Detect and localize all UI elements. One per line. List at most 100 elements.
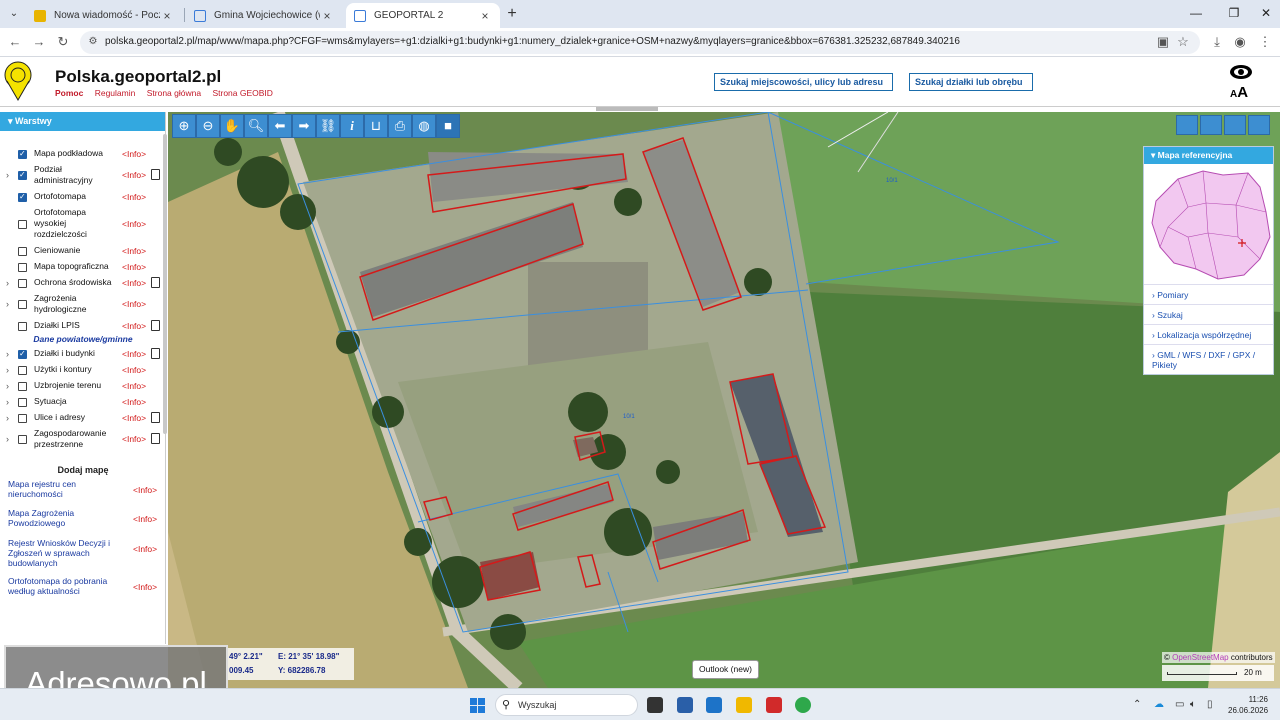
- layer-info-link[interactable]: <Info>: [122, 219, 146, 229]
- layer-checkbox[interactable]: [18, 170, 27, 180]
- link-icon[interactable]: ⛓: [316, 114, 340, 138]
- onedrive-icon[interactable]: ☁: [1154, 699, 1164, 710]
- layer-row[interactable]: › Sytuacja <Info>: [0, 396, 164, 407]
- layer-info-link[interactable]: <Info>: [122, 349, 146, 359]
- layer-checkbox[interactable]: [18, 382, 27, 391]
- layer-checkbox[interactable]: [18, 149, 27, 159]
- add-map-info-link[interactable]: <Info>: [133, 485, 157, 495]
- legend-doc-icon[interactable]: [151, 348, 160, 359]
- mail-app-icon[interactable]: [766, 697, 782, 713]
- add-map-link[interactable]: Rejestr Wniosków Decyzji i Zgłoszeń w sp…: [8, 538, 120, 568]
- expand-chevron-icon[interactable]: ›: [6, 434, 9, 444]
- install-app-icon[interactable]: ▣: [1154, 33, 1172, 51]
- forward-icon[interactable]: →: [30, 33, 48, 51]
- new-tab-plus-icon[interactable]: +: [504, 5, 520, 23]
- layers-header[interactable]: ▾ Warstwy: [0, 112, 165, 131]
- layer-row[interactable]: Ortofotomapa <Info>: [0, 191, 164, 202]
- layer-info-link[interactable]: <Info>: [122, 278, 146, 288]
- taskbar-clock[interactable]: 11:26 26.06.2026: [1228, 694, 1268, 716]
- help-link[interactable]: Pomoc: [55, 88, 83, 98]
- bookmark-star-icon[interactable]: ☆: [1174, 33, 1192, 51]
- layer-row[interactable]: Mapa podkładowa <Info>: [0, 148, 164, 159]
- add-map-link[interactable]: Ortofotomapa do pobrania według aktualno…: [8, 576, 120, 596]
- legend-doc-icon[interactable]: [151, 277, 160, 288]
- add-map-info-link[interactable]: <Info>: [133, 582, 157, 592]
- layer-checkbox[interactable]: [18, 300, 27, 309]
- layer-row[interactable]: › Zagrożenia hydrologiczne <Info>: [0, 293, 164, 315]
- layer-checkbox[interactable]: [18, 349, 27, 359]
- expand-chevron-icon[interactable]: ›: [6, 170, 9, 180]
- measure-panel-item[interactable]: › Pomiary: [1152, 290, 1272, 300]
- layer-info-link[interactable]: <Info>: [122, 149, 146, 159]
- header-resize-handle[interactable]: [596, 107, 658, 111]
- close-icon[interactable]: ×: [160, 9, 174, 23]
- site-title[interactable]: Polska.geoportal2.pl: [55, 67, 221, 87]
- layer-row[interactable]: › Ulice i adresy <Info>: [0, 412, 164, 423]
- layer-checkbox[interactable]: [18, 279, 27, 288]
- layout-right-icon[interactable]: [1248, 115, 1270, 135]
- layer-info-link[interactable]: <Info>: [122, 413, 146, 423]
- network-icon[interactable]: ▭: [1175, 699, 1184, 710]
- profile-icon[interactable]: ◉: [1231, 33, 1249, 51]
- url-text[interactable]: polska.geoportal2.pl/map/www/mapa.php?CF…: [105, 36, 960, 47]
- zoom-box-icon[interactable]: 🔍︎: [244, 114, 268, 138]
- map-view[interactable]: 10/1 10/1: [168, 112, 1280, 688]
- layer-row[interactable]: Działki LPIS <Info>: [0, 320, 164, 331]
- font-size-toggle[interactable]: AA: [1230, 84, 1248, 101]
- layer-row[interactable]: › Podział administracyjny <Info>: [0, 164, 164, 186]
- tab-geoportal[interactable]: GEOPORTAL 2 ×: [346, 3, 500, 28]
- layer-row[interactable]: Mapa topograficzna <Info>: [0, 261, 164, 272]
- layer-checkbox[interactable]: [18, 220, 27, 229]
- close-icon[interactable]: ×: [478, 9, 492, 23]
- minimize-icon[interactable]: —: [1186, 6, 1206, 20]
- gml-export-item[interactable]: › GML / WFS / DXF / GPX / Pikiety: [1152, 350, 1272, 370]
- layer-checkbox[interactable]: [18, 322, 27, 331]
- layer-checkbox[interactable]: [18, 366, 27, 375]
- expand-chevron-icon[interactable]: ›: [6, 381, 9, 391]
- close-icon[interactable]: ×: [320, 9, 334, 23]
- print-icon[interactable]: ⎙: [388, 114, 412, 138]
- layer-row[interactable]: › Ochrona środowiska <Info>: [0, 277, 164, 288]
- expand-chevron-icon[interactable]: ›: [6, 278, 9, 288]
- poland-reference-map[interactable]: [1148, 167, 1272, 283]
- layer-info-link[interactable]: <Info>: [122, 299, 146, 309]
- reference-map-header[interactable]: ▾ Mapa referencyjna: [1144, 147, 1273, 164]
- site-info-icon[interactable]: ⚙: [84, 33, 102, 51]
- layout-left-icon[interactable]: [1200, 115, 1222, 135]
- search-parcel-button[interactable]: Szukaj działki lub obrębu: [909, 73, 1033, 91]
- tray-chevron-icon[interactable]: ⌃: [1133, 699, 1141, 710]
- download-icon[interactable]: ⤓: [1208, 33, 1226, 51]
- coordinate-location-item[interactable]: › Lokalizacja współrzędnej: [1152, 330, 1272, 340]
- layer-checkbox[interactable]: [18, 192, 27, 202]
- layer-checkbox[interactable]: [18, 247, 27, 256]
- layer-info-link[interactable]: <Info>: [122, 170, 146, 180]
- layer-info-link[interactable]: <Info>: [122, 365, 146, 375]
- reload-icon[interactable]: ↻: [54, 33, 72, 51]
- legend-doc-icon[interactable]: [151, 320, 160, 331]
- add-map-link[interactable]: Mapa rejestru cen nieruchomości: [8, 479, 120, 499]
- layer-info-link[interactable]: <Info>: [122, 381, 146, 391]
- pan-hand-icon[interactable]: ✋: [220, 114, 244, 138]
- volume-icon[interactable]: 🔈︎: [1190, 699, 1196, 710]
- layer-info-link[interactable]: <Info>: [122, 434, 146, 444]
- add-map-info-link[interactable]: <Info>: [133, 544, 157, 554]
- menu-kebab-icon[interactable]: ⋮: [1256, 33, 1274, 51]
- layer-info-link[interactable]: <Info>: [122, 397, 146, 407]
- globe-icon[interactable]: ◍: [412, 114, 436, 138]
- eye-icon[interactable]: [1229, 64, 1253, 80]
- folder-icon[interactable]: [736, 697, 752, 713]
- legend-doc-icon[interactable]: [151, 433, 160, 444]
- legend-doc-icon[interactable]: [151, 412, 160, 423]
- outlook-icon[interactable]: [706, 697, 722, 713]
- osm-link[interactable]: OpenStreetMap: [1172, 653, 1228, 662]
- file-explorer-alt-icon[interactable]: [647, 697, 663, 713]
- layer-row[interactable]: › Uzbrojenie terenu <Info>: [0, 380, 164, 391]
- tab-mail[interactable]: Nowa wiadomość - Poczta w O... ×: [26, 3, 182, 28]
- layer-row[interactable]: › Użytki i kontury <Info>: [0, 364, 164, 375]
- zoom-in-icon[interactable]: ⊕: [172, 114, 196, 138]
- layer-info-link[interactable]: <Info>: [122, 321, 146, 331]
- layer-row[interactable]: Cieniowanie <Info>: [0, 245, 164, 256]
- layer-row[interactable]: Ortofotomapa wysokiej rozdzielczości <Inf…: [0, 207, 164, 240]
- layout-full-icon[interactable]: [1176, 115, 1198, 135]
- battery-icon[interactable]: ▯: [1207, 699, 1213, 710]
